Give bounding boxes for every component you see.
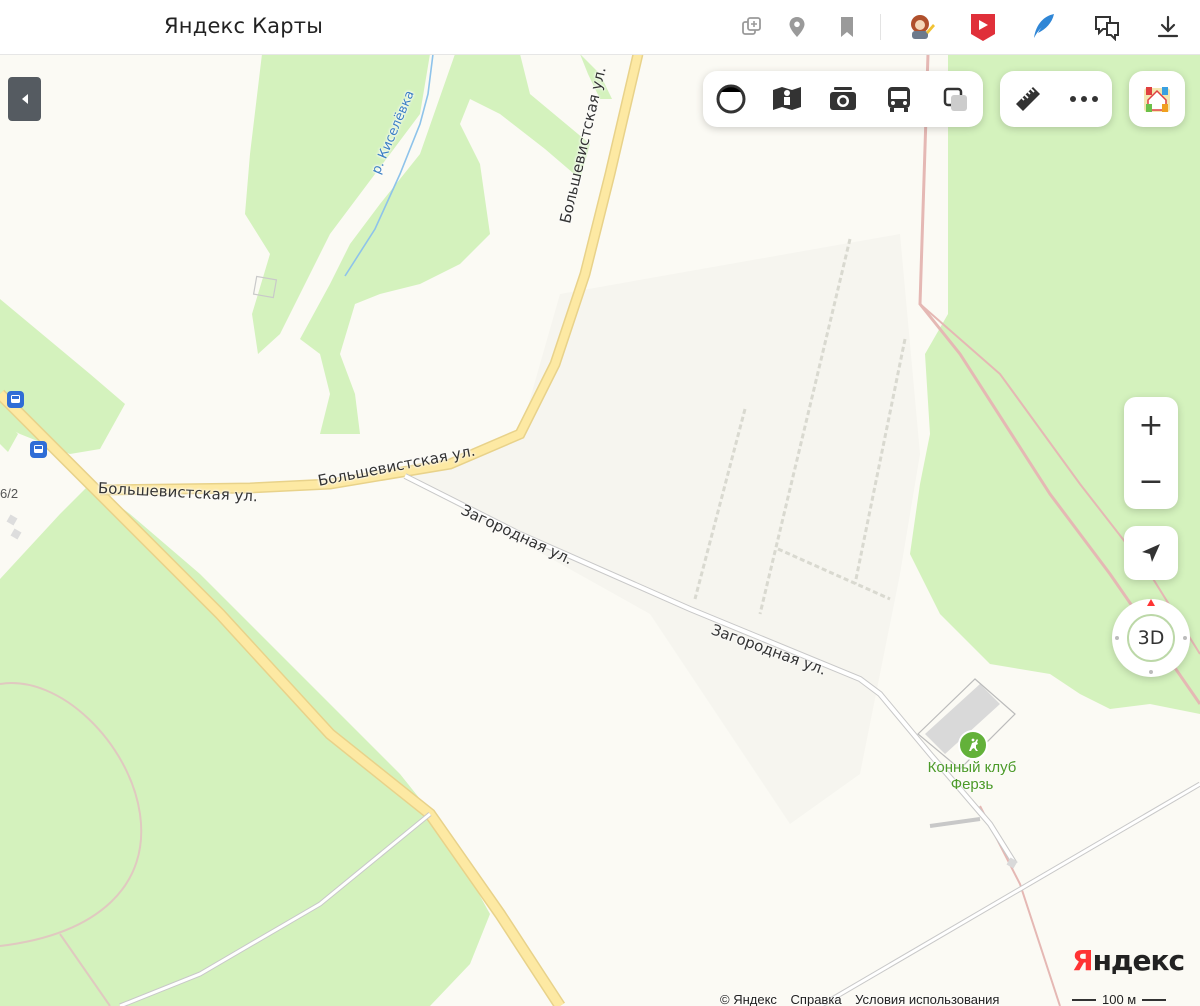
compass-label: 3D xyxy=(1127,614,1175,662)
poi-label[interactable]: Конный клуб Ферзь xyxy=(920,759,1024,793)
map-canvas[interactable]: Большевистская ул. Большевистская ул. Бо… xyxy=(0,54,1200,1006)
terms-link[interactable]: Условия использования xyxy=(855,992,999,1006)
map-footer: © Яндекс Справка Условия использования xyxy=(720,992,1009,1006)
layers-button[interactable] xyxy=(927,71,983,127)
download-icon[interactable] xyxy=(1153,12,1183,42)
zoom-controls: + − xyxy=(1124,397,1178,509)
help-link[interactable]: Справка xyxy=(791,992,842,1006)
divider xyxy=(880,14,881,40)
streetview-icon xyxy=(773,87,801,110)
promo-button[interactable] xyxy=(1129,71,1185,127)
map-base-layer xyxy=(0,54,1200,1006)
copyright-link[interactable]: © Яндекс xyxy=(720,992,777,1006)
zoom-in-button[interactable]: + xyxy=(1124,397,1178,453)
yandex-logo[interactable]: Яндекс xyxy=(1072,944,1185,977)
promo-house-icon xyxy=(1144,87,1170,112)
my-location-button[interactable] xyxy=(1124,526,1178,580)
bookmark-icon[interactable] xyxy=(832,12,862,42)
more-dots-icon xyxy=(1070,96,1098,102)
triangle-left-icon xyxy=(21,94,28,104)
map-scale: 100 м xyxy=(1072,992,1167,1006)
layers-icon xyxy=(943,87,967,111)
translate-icon[interactable] xyxy=(1092,12,1122,42)
video-play-icon[interactable] xyxy=(968,12,998,42)
more-button[interactable] xyxy=(1056,71,1112,127)
panorama-icon xyxy=(716,84,746,114)
bus-icon xyxy=(888,87,910,112)
location-arrow-icon xyxy=(1142,544,1160,562)
top-bar: Яндекс Карты xyxy=(0,0,1200,55)
streetview-button[interactable] xyxy=(759,71,815,127)
map-layers-toolbar xyxy=(703,71,983,127)
house-number-label: 6/2 xyxy=(0,486,19,501)
bus-stop-icon[interactable] xyxy=(30,441,47,458)
avatar-icon[interactable] xyxy=(906,12,936,42)
compass-3d-button[interactable]: 3D xyxy=(1112,599,1190,677)
tools-toolbar xyxy=(1000,71,1112,127)
collapse-sidebar-button[interactable] xyxy=(8,77,41,121)
scale-label: 100 м xyxy=(1102,992,1137,1006)
panorama-button[interactable] xyxy=(703,71,759,127)
transport-button[interactable] xyxy=(871,71,927,127)
ruler-button[interactable] xyxy=(1000,71,1056,127)
horse-riding-icon[interactable] xyxy=(958,730,988,760)
feather-icon[interactable] xyxy=(1029,12,1059,42)
ruler-icon xyxy=(1016,87,1040,111)
scale-bar xyxy=(1142,998,1167,1001)
zoom-out-button[interactable]: − xyxy=(1124,453,1178,509)
app-title[interactable]: Яндекс Карты xyxy=(164,14,323,38)
scale-bar xyxy=(1072,998,1096,1001)
camera-icon xyxy=(830,87,856,110)
layers-add-icon[interactable] xyxy=(737,12,767,42)
photo-button[interactable] xyxy=(815,71,871,127)
place-marker-icon[interactable] xyxy=(782,12,812,42)
bus-stop-icon[interactable] xyxy=(7,391,24,408)
